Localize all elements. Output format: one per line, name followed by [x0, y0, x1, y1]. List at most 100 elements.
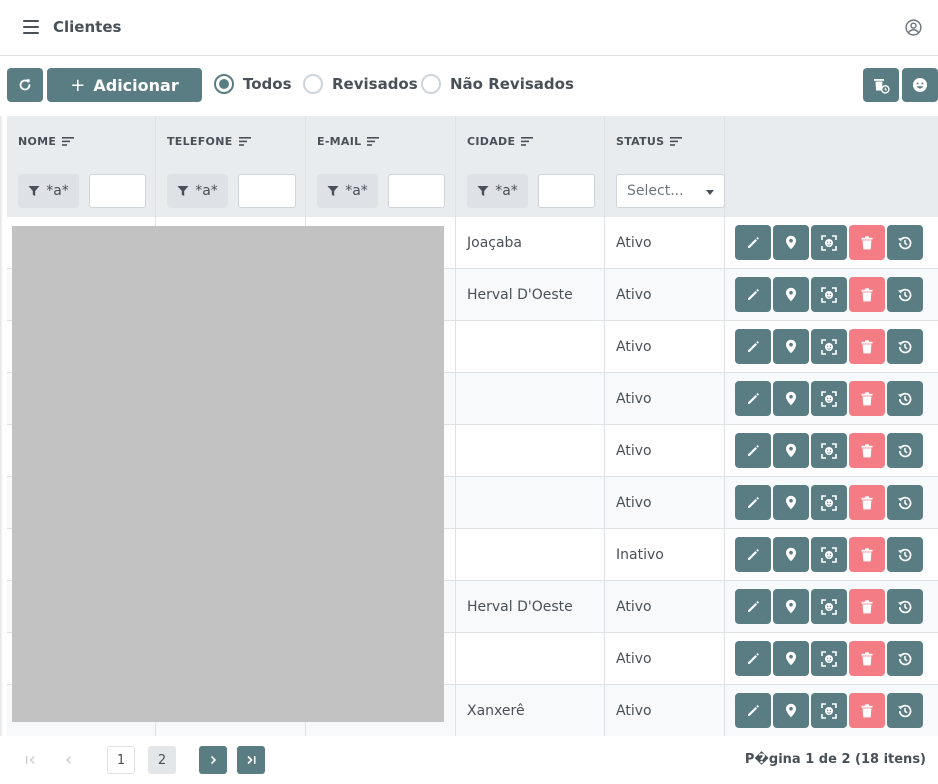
trash-icon [861, 495, 873, 509]
delete-button[interactable] [849, 225, 885, 260]
column-header-email[interactable]: E-MAIL [306, 116, 456, 166]
delete-button[interactable] [849, 277, 885, 312]
edit-button[interactable] [735, 641, 771, 676]
delete-button[interactable] [849, 537, 885, 572]
edit-button[interactable] [735, 225, 771, 260]
face-recognition-button[interactable] [811, 485, 847, 520]
face-scan-icon [821, 338, 837, 355]
next-page-button[interactable] [199, 746, 227, 774]
row-actions [735, 433, 925, 469]
delete-button[interactable] [849, 589, 885, 624]
edit-button[interactable] [735, 277, 771, 312]
delete-button[interactable] [849, 329, 885, 364]
filter-radio-revisados[interactable]: Revisados [303, 74, 418, 94]
filter-radio-nao-revisados[interactable]: Não Revisados [421, 74, 574, 94]
edit-button[interactable] [735, 433, 771, 468]
page-button-1[interactable]: 1 [107, 746, 135, 774]
filter-mode-label: *a* [495, 183, 518, 199]
sort-icon [670, 136, 683, 146]
delete-button[interactable] [849, 485, 885, 520]
history-filter-button[interactable] [863, 68, 899, 102]
history-button[interactable] [887, 277, 923, 312]
hamburger-menu-icon[interactable] [23, 20, 39, 34]
filter-input-email[interactable] [388, 174, 445, 208]
history-icon [898, 392, 912, 405]
refresh-button[interactable] [7, 68, 43, 102]
sort-icon [521, 136, 534, 146]
face-recognition-button[interactable] [811, 589, 847, 624]
history-button[interactable] [887, 589, 923, 624]
column-header-telefone[interactable]: TELEFONE [156, 116, 306, 166]
filter-input-telefone[interactable] [238, 174, 296, 208]
history-button[interactable] [887, 485, 923, 520]
filter-input-nome[interactable] [89, 174, 146, 208]
filter-mode-button[interactable]: *a* [317, 174, 378, 208]
history-button[interactable] [887, 329, 923, 364]
trash-icon [861, 703, 873, 717]
status-filter-select[interactable]: Select... [616, 174, 725, 208]
filter-mode-button[interactable]: *a* [167, 174, 228, 208]
face-recognition-button[interactable] [811, 225, 847, 260]
history-button[interactable] [887, 381, 923, 416]
first-page-button[interactable] [17, 746, 45, 774]
trash-icon [861, 599, 873, 613]
location-button[interactable] [773, 537, 809, 572]
location-button[interactable] [773, 641, 809, 676]
location-button[interactable] [773, 433, 809, 468]
face-recognition-button[interactable] [811, 433, 847, 468]
filter-input-cidade[interactable] [538, 174, 595, 208]
delete-button[interactable] [849, 381, 885, 416]
face-recognition-button[interactable] [811, 381, 847, 416]
location-button[interactable] [773, 693, 809, 728]
location-button[interactable] [773, 225, 809, 260]
add-button[interactable]: + Adicionar [47, 68, 202, 102]
location-button[interactable] [773, 589, 809, 624]
history-button[interactable] [887, 433, 923, 468]
history-button[interactable] [887, 225, 923, 260]
edit-button[interactable] [735, 537, 771, 572]
sort-icon [367, 136, 380, 146]
face-recognition-button[interactable] [811, 641, 847, 676]
face-recognition-button[interactable] [811, 329, 847, 364]
sort-icon [238, 136, 251, 146]
face-recognition-button[interactable] [811, 277, 847, 312]
face-recognition-button[interactable] [811, 537, 847, 572]
edit-button[interactable] [735, 589, 771, 624]
location-button[interactable] [773, 381, 809, 416]
top-bar: Clientes [0, 0, 938, 56]
filter-radio-todos[interactable]: Todos [214, 74, 292, 94]
edit-button[interactable] [735, 381, 771, 416]
face-recognition-button[interactable] [811, 693, 847, 728]
cell-cidade: Herval D'Oeste [456, 269, 605, 321]
user-account-icon[interactable] [905, 19, 922, 36]
column-label: CIDADE [467, 134, 516, 148]
history-icon [898, 340, 912, 353]
history-button[interactable] [887, 537, 923, 572]
location-button[interactable] [773, 277, 809, 312]
location-button[interactable] [773, 485, 809, 520]
edit-button[interactable] [735, 693, 771, 728]
location-button[interactable] [773, 329, 809, 364]
map-marker-icon [786, 235, 796, 250]
column-header-cidade[interactable]: CIDADE [456, 116, 605, 166]
delete-button[interactable] [849, 641, 885, 676]
last-page-button[interactable] [237, 746, 265, 774]
history-button[interactable] [887, 693, 923, 728]
history-button[interactable] [887, 641, 923, 676]
map-marker-icon [786, 391, 796, 406]
last-page-icon [247, 755, 256, 765]
column-header-nome[interactable]: NOME [7, 116, 156, 166]
edit-button[interactable] [735, 485, 771, 520]
chevron-left-icon [65, 755, 72, 765]
delete-button[interactable] [849, 433, 885, 468]
column-header-status[interactable]: STATUS [605, 116, 725, 166]
edit-button[interactable] [735, 329, 771, 364]
delete-button[interactable] [849, 693, 885, 728]
pencil-icon [748, 392, 759, 404]
filter-mode-button[interactable]: *a* [467, 174, 528, 208]
previous-page-button[interactable] [55, 746, 83, 774]
emoji-button[interactable] [902, 68, 938, 102]
page-button-2[interactable]: 2 [148, 746, 176, 774]
filter-cell-telefone: *a* [156, 166, 306, 217]
filter-mode-button[interactable]: *a* [18, 174, 79, 208]
